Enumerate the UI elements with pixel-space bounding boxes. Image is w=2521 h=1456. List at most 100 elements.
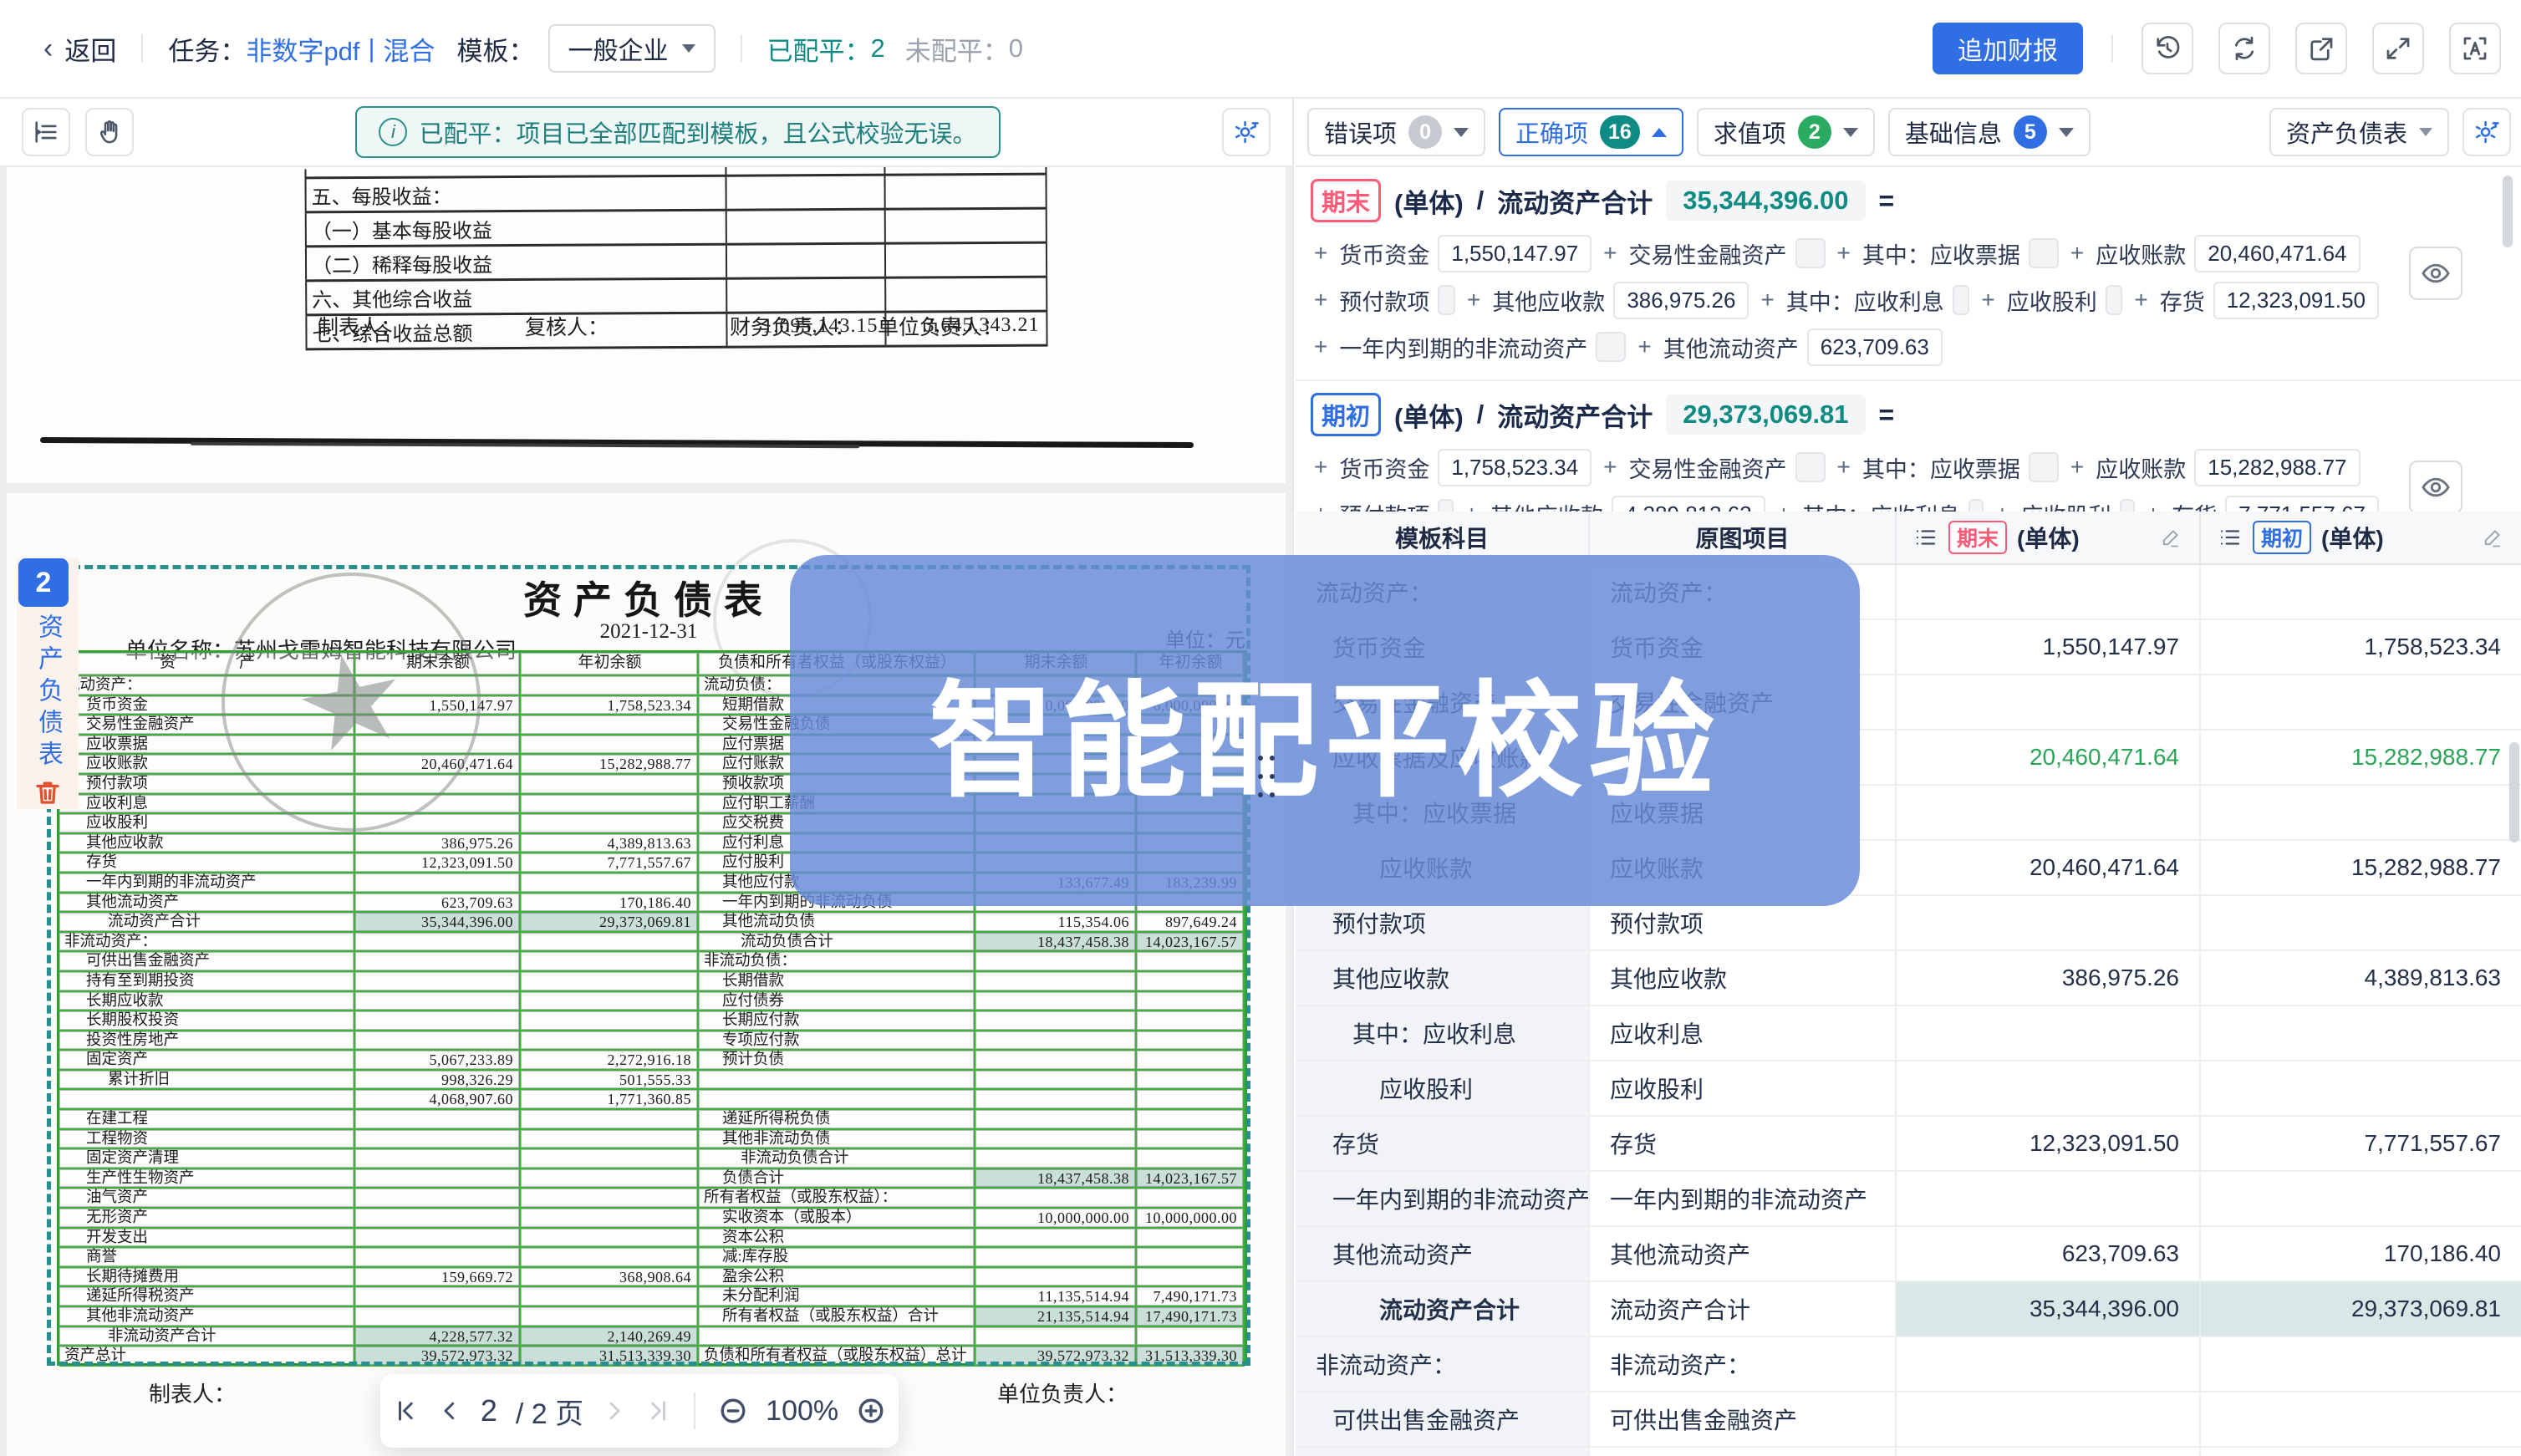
- term-value-empty[interactable]: [2029, 452, 2059, 482]
- column-header-template[interactable]: 模板科目: [1296, 512, 1590, 563]
- table-row[interactable]: 其中：应收票据应收票据: [1296, 786, 2521, 841]
- begin-value-cell[interactable]: [2201, 1448, 2521, 1456]
- end-value-cell[interactable]: [1897, 675, 2201, 729]
- term-value[interactable]: 386,975.26: [1613, 282, 1749, 319]
- history-button[interactable]: [2142, 23, 2193, 74]
- end-value-cell[interactable]: [1897, 565, 2201, 619]
- table-row[interactable]: 其中：应收利息应收利息: [1296, 1006, 2521, 1061]
- source-item-cell[interactable]: 预付款项: [1590, 896, 1897, 949]
- delete-page-button[interactable]: [33, 777, 63, 807]
- term-value[interactable]: 623,709.63: [1807, 328, 1943, 366]
- pdf-viewer[interactable]: 五、每股收益：（一）基本每股收益（二）稀释每股收益六、其他综合收益七、综合收益总…: [0, 167, 1292, 1456]
- end-value-cell[interactable]: [1897, 1172, 2201, 1225]
- source-item-cell[interactable]: 流动资产：: [1590, 565, 1897, 619]
- source-item-cell[interactable]: 应收账款: [1590, 841, 1897, 894]
- source-item-cell[interactable]: 货币资金: [1590, 620, 1897, 674]
- scrollbar-thumb[interactable]: [2509, 742, 2519, 843]
- source-item-cell[interactable]: 流动资产合计: [1590, 1282, 1897, 1336]
- template-subject-cell[interactable]: 应收票据及应收账款: [1296, 731, 1590, 784]
- source-item-cell[interactable]: 存货: [1590, 1117, 1897, 1170]
- table-row[interactable]: 预付款项预付款项: [1296, 896, 2521, 951]
- begin-value-cell[interactable]: [2201, 1172, 2521, 1225]
- term-value-empty[interactable]: [1953, 285, 1970, 315]
- begin-value-cell[interactable]: 1,758,523.34: [2201, 620, 2521, 674]
- table-row[interactable]: 应收票据及应收账款20,460,471.6415,282,988.77: [1296, 731, 2521, 786]
- table-row[interactable]: 其他应收款其他应收款386,975.264,389,813.63: [1296, 951, 2521, 1006]
- refresh-button[interactable]: [2218, 23, 2270, 74]
- end-value-cell[interactable]: 20,460,471.64: [1897, 841, 2201, 894]
- tab-基础信息[interactable]: 基础信息5: [1888, 108, 2091, 156]
- begin-value-cell[interactable]: [2201, 565, 2521, 619]
- template-subject-cell[interactable]: 可供出售金融资产: [1296, 1392, 1590, 1446]
- tab-正确项[interactable]: 正确项16: [1499, 108, 1683, 156]
- term-value-empty[interactable]: [1596, 332, 1626, 362]
- source-item-cell[interactable]: 其他应收款: [1590, 951, 1897, 1005]
- table-row[interactable]: 交易性金融资产交易性金融资产: [1296, 675, 2521, 731]
- table-row[interactable]: 应收股利应收股利: [1296, 1061, 2521, 1117]
- end-value-cell[interactable]: [1897, 786, 2201, 839]
- term-value-empty[interactable]: [1438, 285, 1455, 315]
- formula-total-value[interactable]: 29,373,069.81: [1666, 395, 1865, 435]
- zoom-in-button[interactable]: [857, 1397, 885, 1425]
- edit-icon[interactable]: [2159, 526, 2182, 549]
- source-item-cell[interactable]: [1590, 731, 1897, 784]
- table-row[interactable]: 流动资产合计流动资产合计35,344,396.0029,373,069.81: [1296, 1282, 2521, 1337]
- template-subject-cell[interactable]: 持有至到期投资: [1296, 1448, 1590, 1456]
- begin-value-cell[interactable]: [2201, 1061, 2521, 1115]
- begin-value-cell[interactable]: [2201, 1006, 2521, 1060]
- formula-total-value[interactable]: 35,344,396.00: [1666, 181, 1865, 221]
- source-item-cell[interactable]: 可供出售金融资产: [1590, 1392, 1897, 1446]
- table-row[interactable]: 其他流动资产其他流动资产623,709.63170,186.40: [1296, 1227, 2521, 1282]
- begin-value-cell[interactable]: 170,186.40: [2201, 1227, 2521, 1280]
- add-report-button[interactable]: 追加财报: [1933, 23, 2083, 74]
- previous-page-button[interactable]: [437, 1398, 462, 1423]
- source-item-cell[interactable]: 一年内到期的非流动资产: [1590, 1172, 1897, 1225]
- last-page-button[interactable]: [645, 1398, 670, 1423]
- end-value-cell[interactable]: [1897, 896, 2201, 949]
- template-subject-cell[interactable]: 存货: [1296, 1117, 1590, 1170]
- template-subject-cell[interactable]: 其他应收款: [1296, 951, 1590, 1005]
- template-subject-cell[interactable]: 其中：应收票据: [1296, 786, 1590, 839]
- begin-value-cell[interactable]: [2201, 1337, 2521, 1391]
- end-value-cell[interactable]: 386,975.26: [1897, 951, 2201, 1005]
- table-settings-button[interactable]: [2462, 108, 2511, 156]
- template-subject-cell[interactable]: 一年内到期的非流动资产: [1296, 1172, 1590, 1225]
- edit-icon[interactable]: [2481, 526, 2504, 549]
- template-subject-cell[interactable]: 其他流动资产: [1296, 1227, 1590, 1280]
- end-value-cell[interactable]: 35,344,396.00: [1897, 1282, 2201, 1336]
- term-value-empty[interactable]: [1795, 452, 1826, 482]
- column-header-begin[interactable]: 期初 (单体): [2201, 512, 2521, 563]
- table-row[interactable]: 货币资金货币资金1,550,147.971,758,523.34: [1296, 620, 2521, 675]
- end-value-cell[interactable]: [1897, 1337, 2201, 1391]
- template-select[interactable]: 一般企业: [548, 24, 716, 73]
- end-value-cell[interactable]: 1,550,147.97: [1897, 620, 2201, 674]
- term-value[interactable]: 12,323,091.50: [2213, 282, 2379, 319]
- template-subject-cell[interactable]: 应收账款: [1296, 841, 1590, 894]
- source-item-cell[interactable]: 应收票据: [1590, 786, 1897, 839]
- table-row[interactable]: 应收账款应收账款20,460,471.6415,282,988.77: [1296, 841, 2521, 896]
- view-on-document-button[interactable]: [2409, 247, 2462, 300]
- begin-value-cell[interactable]: 29,373,069.81: [2201, 1282, 2521, 1336]
- end-value-cell[interactable]: 12,323,091.50: [1897, 1117, 2201, 1170]
- first-page-button[interactable]: [394, 1398, 419, 1423]
- template-subject-cell[interactable]: 流动资产合计: [1296, 1282, 1590, 1336]
- begin-value-cell[interactable]: 4,389,813.63: [2201, 951, 2521, 1005]
- table-row[interactable]: 非流动资产：非流动资产：: [1296, 1337, 2521, 1392]
- sheet-select[interactable]: 资产负债表: [2269, 108, 2449, 156]
- source-item-cell[interactable]: 交易性金融资产: [1590, 675, 1897, 729]
- begin-value-cell[interactable]: [2201, 675, 2521, 729]
- template-subject-cell[interactable]: 交易性金融资产: [1296, 675, 1590, 729]
- end-value-cell[interactable]: [1897, 1448, 2201, 1456]
- term-value-empty[interactable]: [2029, 238, 2059, 268]
- end-value-cell[interactable]: [1897, 1392, 2201, 1446]
- thumbnail-panel-button[interactable]: [22, 108, 70, 156]
- begin-value-cell[interactable]: [2201, 786, 2521, 839]
- back-button[interactable]: ‹ 返回: [43, 30, 116, 68]
- end-value-cell[interactable]: 623,709.63: [1897, 1227, 2201, 1280]
- table-row[interactable]: 持有至到期投资持有至到期投资: [1296, 1448, 2521, 1456]
- next-page-button[interactable]: [602, 1398, 627, 1423]
- source-item-cell[interactable]: 应收股利: [1590, 1061, 1897, 1115]
- text-recognition-button[interactable]: [2449, 23, 2501, 74]
- column-header-end[interactable]: 期末 (单体): [1897, 512, 2201, 563]
- source-item-cell[interactable]: 应收利息: [1590, 1006, 1897, 1060]
